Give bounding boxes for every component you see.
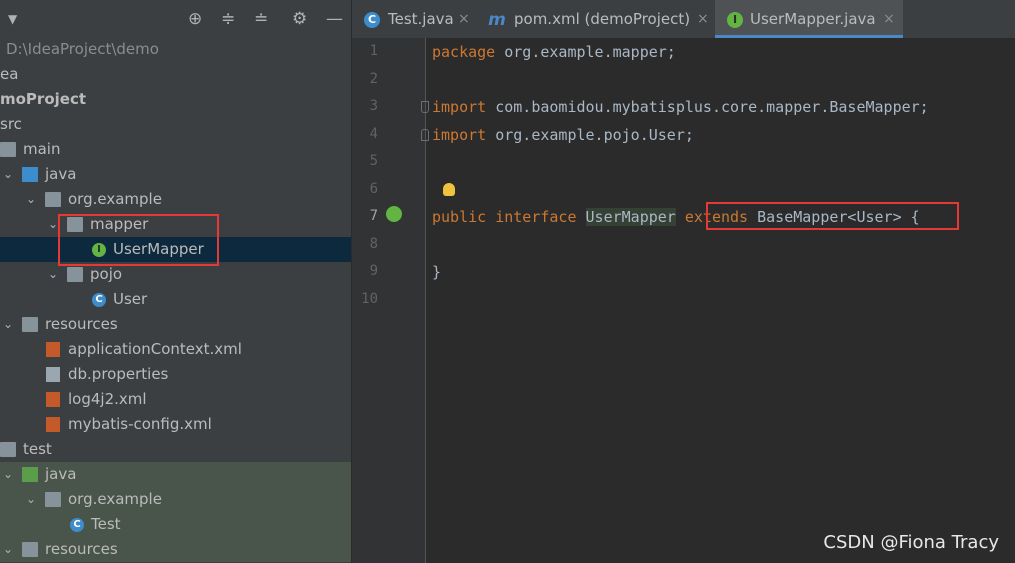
chevron-down-icon[interactable]: ⌄ [3,162,15,187]
tree-row-db-properties[interactable]: db.properties [0,362,351,387]
expand-all-icon[interactable]: ≑ [221,10,235,28]
folder-icon [0,142,16,157]
tree-row-idea[interactable]: ea [0,62,351,87]
lightbulb-icon[interactable] [443,183,455,196]
highlight-box-code [706,202,959,230]
line-number: 2 [369,71,378,87]
line-number: 10 [361,291,378,307]
watermark: CSDN @Fiona Tracy [823,532,999,553]
interface-icon: I [727,12,743,28]
collapse-all-icon[interactable]: ≐ [254,10,268,28]
folder-icon [0,442,16,457]
implemented-marker-icon[interactable] [386,206,402,222]
chevron-down-icon[interactable]: ⌄ [3,462,15,487]
close-icon[interactable]: × [697,0,709,38]
tab-pom-xml[interactable]: m pom.xml (demoProject) × [478,0,714,38]
package-icon [67,267,83,282]
tree-row-java-main[interactable]: ⌄ java [0,162,351,187]
tree-row-package-main[interactable]: ⌄ org.example [0,187,351,212]
line-number: 7 [369,208,378,224]
tree-row-test[interactable]: test [0,437,351,462]
project-path-label: D:\IdeaProject\demo [6,40,159,58]
interface-name: UserMapper [585,208,676,226]
tree-row-src[interactable]: src [0,112,351,137]
tab-label: Test.java [388,10,454,28]
tree-row-log4j2[interactable]: log4j2.xml [0,387,351,412]
line-number: 6 [369,181,378,197]
chevron-down-icon[interactable]: ⌄ [26,187,38,212]
fold-marker-icon[interactable] [421,129,429,141]
dropdown-arrow-icon[interactable]: ▼ [8,10,17,28]
tab-test-java[interactable]: C Test.java × [352,0,477,38]
source-folder-icon [22,167,38,182]
gear-icon[interactable]: ⚙ [292,10,307,28]
class-icon: C [92,293,106,307]
line-number: 4 [369,126,378,142]
hide-panel-icon[interactable]: — [326,10,343,28]
properties-file-icon [46,367,60,382]
tab-usermapper-java[interactable]: I UserMapper.java × [715,0,903,38]
test-folder-icon [22,467,38,482]
code-line-1[interactable]: package org.example.mapper; [432,43,676,61]
tree-row-project[interactable]: moProject [0,87,351,112]
tree-row-user[interactable]: C User [0,287,351,312]
locate-file-icon[interactable]: ⊕ [188,10,202,28]
class-icon: C [364,12,380,28]
tree-row-resources-main[interactable]: ⌄ resources [0,312,351,337]
project-tree-panel: ▼ ⊕ ≑ ≐ ⚙ — D:\IdeaProject\demo ea moPro… [0,0,351,563]
chevron-down-icon[interactable]: ⌄ [3,537,15,562]
close-icon[interactable]: × [458,0,470,38]
tree-row-resources-test[interactable]: ⌄ resources [0,537,351,562]
chevron-down-icon[interactable]: ⌄ [3,312,15,337]
tree-row-java-test[interactable]: ⌄ java [0,462,351,487]
resources-folder-icon [22,542,38,557]
code-line-3[interactable]: import com.baomidou.mybatisplus.core.map… [432,98,929,116]
tree-row-applicationcontext[interactable]: applicationContext.xml [0,337,351,362]
xml-file-icon [46,392,60,407]
gutter-divider [425,38,426,563]
tab-label: pom.xml (demoProject) [514,10,691,28]
close-icon[interactable]: × [883,0,895,38]
class-icon: C [70,518,84,532]
tree-row-test-class[interactable]: C Test [0,512,351,537]
spring-xml-file-icon [46,342,60,357]
xml-file-icon [46,417,60,432]
package-icon [45,492,61,507]
maven-icon: m [488,10,506,30]
line-number: 3 [369,98,378,114]
line-number: 8 [369,236,378,252]
package-icon [45,192,61,207]
chevron-down-icon[interactable]: ⌄ [26,487,38,512]
code-line-4[interactable]: import org.example.pojo.User; [432,126,694,144]
tree-row-package-test[interactable]: ⌄ org.example [0,487,351,512]
resources-folder-icon [22,317,38,332]
highlight-box-tree [58,214,219,266]
fold-marker-icon[interactable] [421,101,429,113]
editor-tabbar: C Test.java × m pom.xml (demoProject) × … [352,0,1015,38]
line-number: 5 [369,153,378,169]
line-number: 9 [369,263,378,279]
project-toolbar: ▼ ⊕ ≑ ≐ ⚙ — [0,0,351,38]
tree-row-main[interactable]: main [0,137,351,162]
tree-path-row: D:\IdeaProject\demo [0,37,351,62]
tab-label: UserMapper.java [750,10,876,28]
code-line-9[interactable]: } [432,263,441,281]
line-number: 1 [369,43,378,59]
tree-row-mybatis-config[interactable]: mybatis-config.xml [0,412,351,437]
